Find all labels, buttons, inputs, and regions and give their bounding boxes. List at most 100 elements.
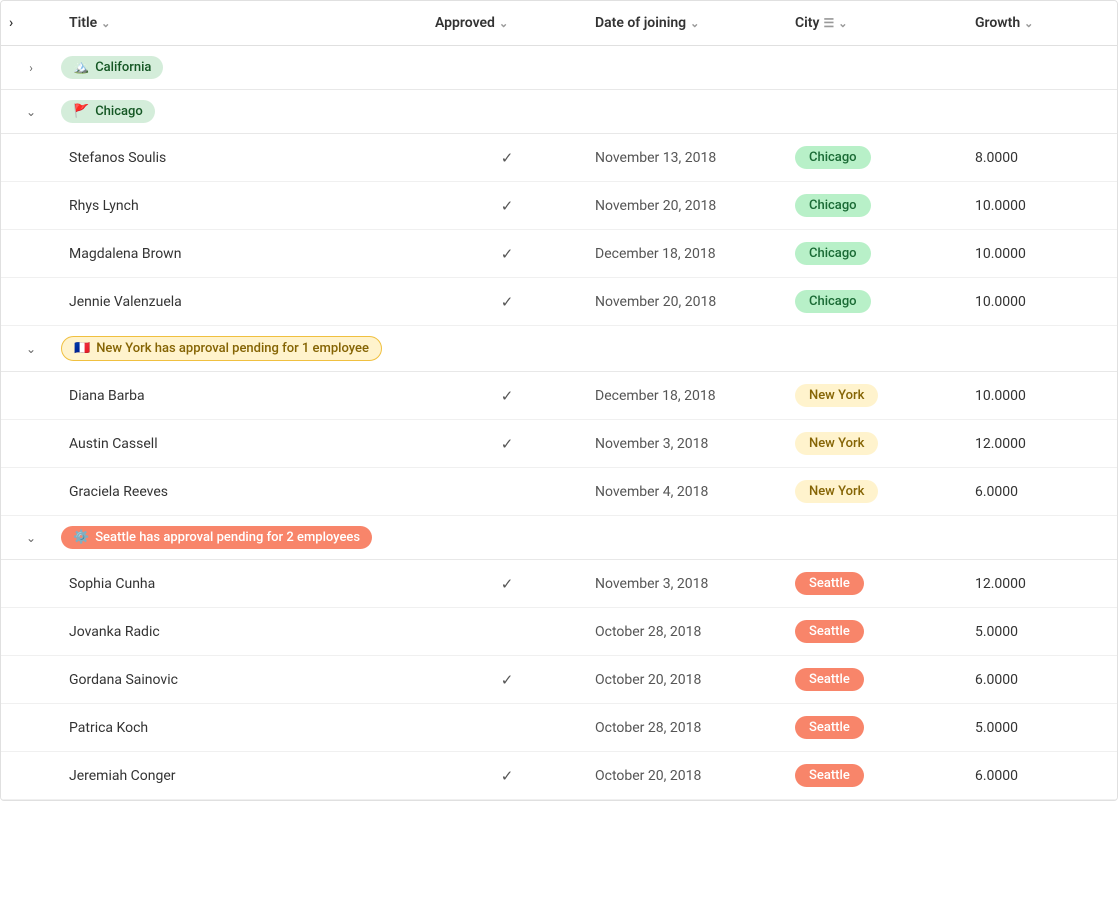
checkmark-icon: ✓ (501, 245, 514, 263)
growth-val: 5.0000 (967, 624, 1117, 640)
city-col: Chicago (787, 290, 967, 313)
expand-all-col[interactable]: › (1, 11, 61, 35)
growth-val: 10.0000 (967, 198, 1117, 214)
growth-col-header[interactable]: Growth ⌄ (967, 11, 1117, 35)
group-row-chicago: ⌄ 🚩 Chicago (1, 90, 1117, 134)
approved-sort-icon: ⌄ (499, 17, 508, 30)
growth-sort-icon: ⌄ (1024, 17, 1033, 30)
employee-name: Patrica Koch (61, 720, 427, 736)
checkmark-icon: ✓ (501, 435, 514, 453)
date-col-label: Date of joining (595, 15, 686, 31)
table-row: Austin Cassell ✓ November 3, 2018 New Yo… (1, 420, 1117, 468)
approved-check: ✓ (427, 435, 587, 453)
city-badge: Seattle (795, 620, 864, 643)
city-col: Seattle (787, 572, 967, 595)
city-badge: New York (795, 432, 878, 455)
california-toggle[interactable]: › (1, 61, 61, 75)
city-badge: Chicago (795, 290, 871, 313)
join-date: October 20, 2018 (587, 672, 787, 688)
checkmark-icon: ✓ (501, 149, 514, 167)
newyork-toggle[interactable]: ⌄ (1, 342, 61, 356)
city-col: Chicago (787, 194, 967, 217)
california-label: 🏔️ California (61, 56, 1117, 79)
checkmark-icon: ✓ (501, 767, 514, 785)
join-date: November 4, 2018 (587, 484, 787, 500)
chicago-badge: 🚩 Chicago (61, 100, 155, 123)
employee-name: Graciela Reeves (61, 484, 427, 500)
employee-name: Austin Cassell (61, 436, 427, 452)
approved-col-header[interactable]: Approved ⌄ (427, 11, 587, 35)
growth-val: 10.0000 (967, 246, 1117, 262)
table-row: Diana Barba ✓ December 18, 2018 New York… (1, 372, 1117, 420)
city-col: Chicago (787, 146, 967, 169)
join-date: November 13, 2018 (587, 150, 787, 166)
table-row: Stefanos Soulis ✓ November 13, 2018 Chic… (1, 134, 1117, 182)
city-col: Seattle (787, 668, 967, 691)
table-row: Magdalena Brown ✓ December 18, 2018 Chic… (1, 230, 1117, 278)
city-badge: Chicago (795, 242, 871, 265)
main-table: › Title ⌄ Approved ⌄ Date of joining ⌄ C… (0, 0, 1118, 801)
growth-val: 5.0000 (967, 720, 1117, 736)
checkmark-icon: ✓ (501, 575, 514, 593)
join-date: November 3, 2018 (587, 436, 787, 452)
checkmark-icon: ✓ (501, 197, 514, 215)
seattle-toggle[interactable]: ⌄ (1, 531, 61, 545)
city-col-label: City (795, 15, 819, 31)
growth-val: 12.0000 (967, 576, 1117, 592)
join-date: November 20, 2018 (587, 198, 787, 214)
employee-name: Rhys Lynch (61, 198, 427, 214)
growth-val: 6.0000 (967, 768, 1117, 784)
city-col-header[interactable]: City ☰ ⌄ (787, 11, 967, 35)
growth-col-label: Growth (975, 15, 1020, 31)
approved-check: ✓ (427, 197, 587, 215)
growth-val: 8.0000 (967, 150, 1117, 166)
growth-val: 12.0000 (967, 436, 1117, 452)
title-col-header[interactable]: Title ⌄ (61, 11, 427, 35)
date-sort-icon: ⌄ (690, 17, 699, 30)
city-badge: Chicago (795, 194, 871, 217)
table-row: Graciela Reeves November 4, 2018 New Yor… (1, 468, 1117, 516)
city-col: Seattle (787, 716, 967, 739)
group-row-newyork: ⌄ 🇫🇷 New York has approval pending for 1… (1, 326, 1117, 372)
join-date: October 20, 2018 (587, 768, 787, 784)
california-name: California (95, 60, 151, 75)
table-header: › Title ⌄ Approved ⌄ Date of joining ⌄ C… (1, 1, 1117, 46)
join-date: November 3, 2018 (587, 576, 787, 592)
growth-val: 10.0000 (967, 388, 1117, 404)
city-col: Seattle (787, 620, 967, 643)
checkmark-icon: ✓ (501, 387, 514, 405)
newyork-badge: 🇫🇷 New York has approval pending for 1 e… (61, 336, 382, 361)
city-badge: New York (795, 480, 878, 503)
table-row: Jennie Valenzuela ✓ November 20, 2018 Ch… (1, 278, 1117, 326)
employee-name: Jovanka Radic (61, 624, 427, 640)
city-badge: Seattle (795, 716, 864, 739)
title-col-label: Title (69, 15, 97, 31)
city-badge: Seattle (795, 668, 864, 691)
table-row: Jovanka Radic October 28, 2018 Seattle 5… (1, 608, 1117, 656)
checkmark-icon: ✓ (501, 293, 514, 311)
newyork-name: New York has approval pending for 1 empl… (96, 341, 369, 356)
approved-check: ✓ (427, 671, 587, 689)
group-row-seattle: ⌄ ⚙️ Seattle has approval pending for 2 … (1, 516, 1117, 560)
city-filter-icon[interactable]: ☰ (823, 16, 834, 30)
city-col: New York (787, 384, 967, 407)
seattle-flag: ⚙️ (73, 530, 89, 545)
expand-all-icon[interactable]: › (9, 15, 13, 31)
checkmark-icon: ✓ (501, 671, 514, 689)
date-col-header[interactable]: Date of joining ⌄ (587, 11, 787, 35)
chicago-toggle[interactable]: ⌄ (1, 105, 61, 119)
growth-val: 6.0000 (967, 672, 1117, 688)
table-row: Rhys Lynch ✓ November 20, 2018 Chicago 1… (1, 182, 1117, 230)
table-row: Sophia Cunha ✓ November 3, 2018 Seattle … (1, 560, 1117, 608)
chicago-name: Chicago (95, 104, 143, 119)
approved-check: ✓ (427, 245, 587, 263)
employee-name: Stefanos Soulis (61, 150, 427, 166)
approved-check: ✓ (427, 149, 587, 167)
seattle-name: Seattle has approval pending for 2 emplo… (95, 530, 360, 545)
city-badge: Chicago (795, 146, 871, 169)
growth-val: 6.0000 (967, 484, 1117, 500)
employee-name: Gordana Sainovic (61, 672, 427, 688)
join-date: October 28, 2018 (587, 720, 787, 736)
city-col: Chicago (787, 242, 967, 265)
seattle-label: ⚙️ Seattle has approval pending for 2 em… (61, 526, 1117, 549)
